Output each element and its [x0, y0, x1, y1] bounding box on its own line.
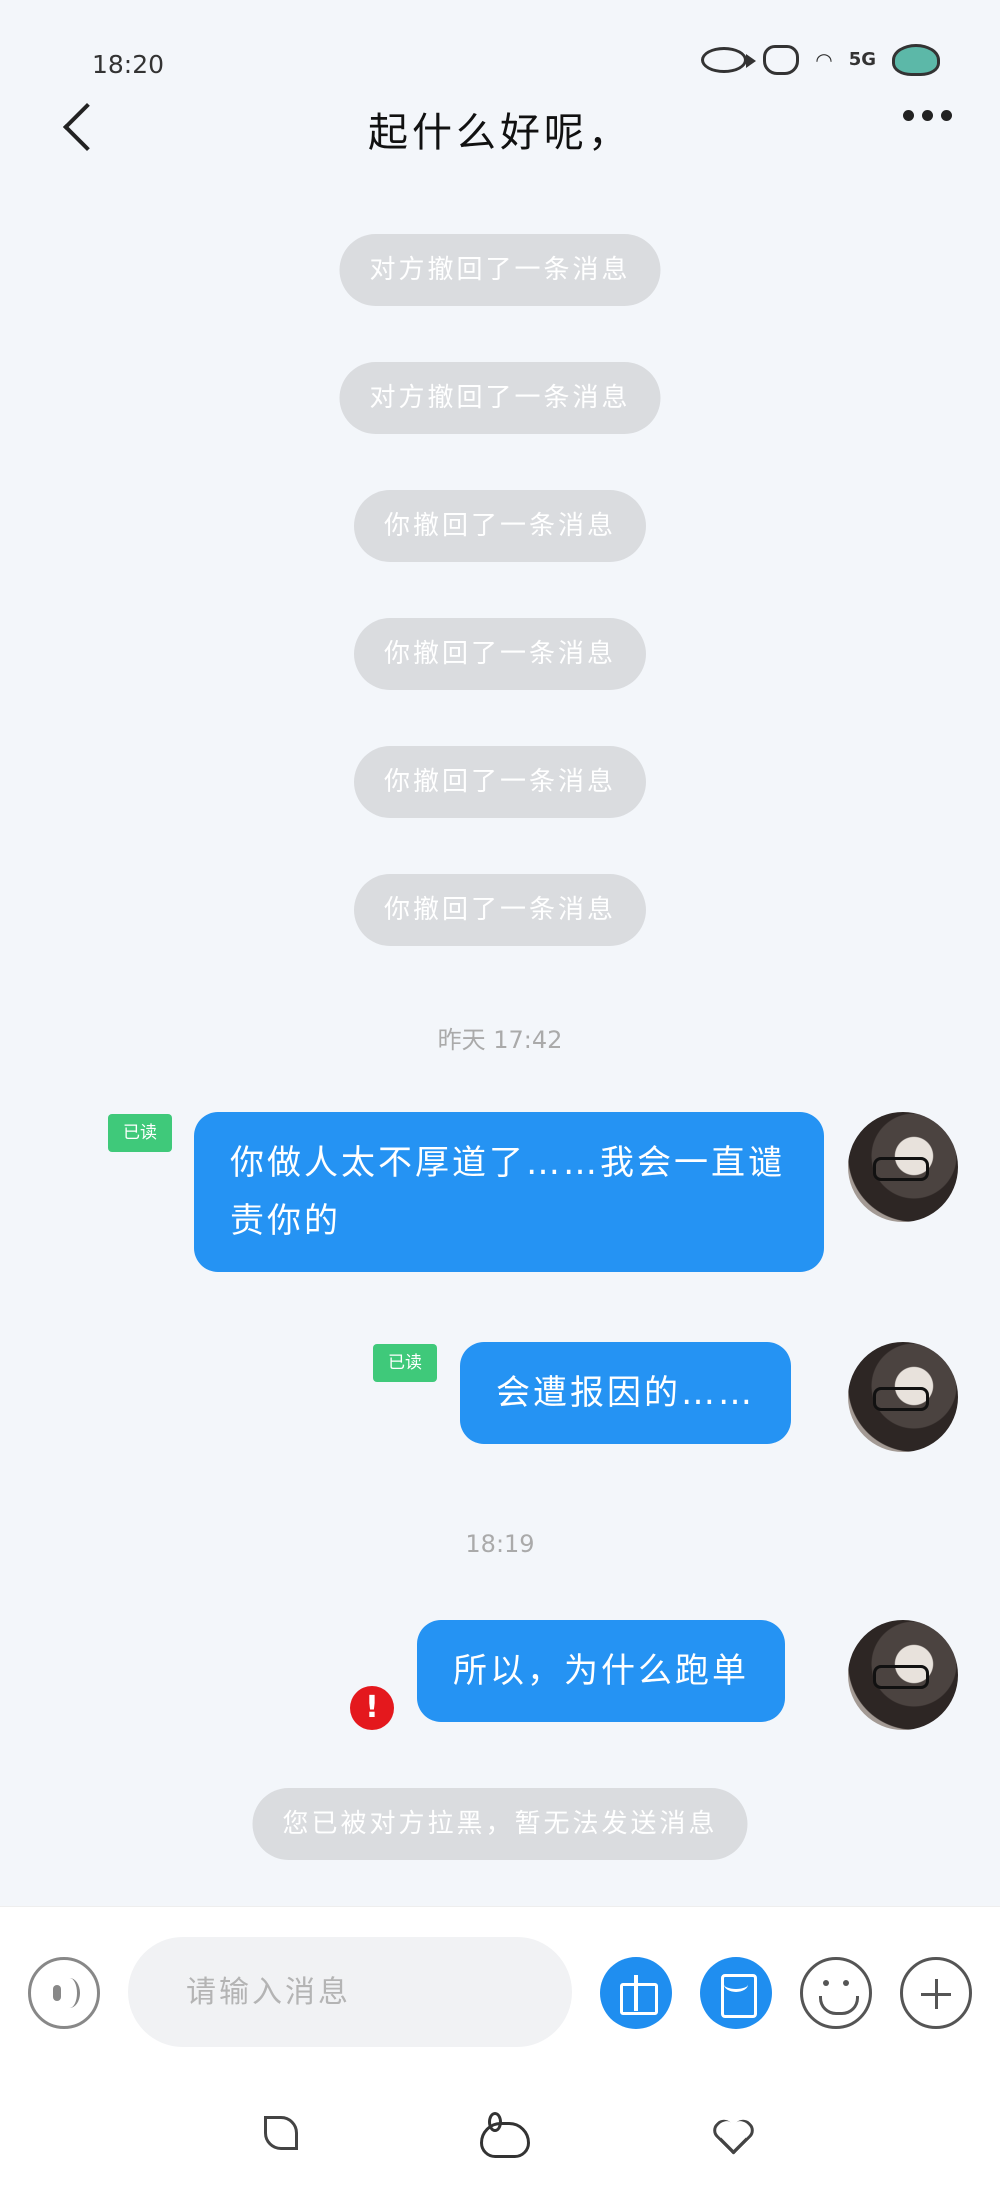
message-bubble[interactable]: 你做人太不厚道了……我会一直谴责你的: [194, 1112, 824, 1272]
status-bar: 18:20 ◠ 5G: [0, 0, 1000, 100]
bottom-nav: [0, 2066, 1000, 2197]
gift-icon[interactable]: [600, 1957, 672, 2029]
envelope-icon[interactable]: [700, 1957, 772, 2029]
recall-notice: 对方撤回了一条消息: [339, 362, 661, 434]
recall-notice: 你撤回了一条消息: [353, 746, 647, 818]
message-bubble[interactable]: 会遭报因的……: [460, 1342, 791, 1444]
recall-notice: 你撤回了一条消息: [353, 618, 647, 690]
chat-title: 起什么好呢，: [368, 110, 632, 156]
read-badge: 已读: [373, 1344, 437, 1382]
heart-icon[interactable]: [712, 2112, 752, 2152]
message-bubble[interactable]: 所以，为什么跑单: [417, 1620, 785, 1722]
bunny-icon: [763, 45, 800, 75]
status-time: 18:20: [92, 50, 165, 79]
recall-notice: 你撤回了一条消息: [353, 490, 647, 562]
battery-icon: [892, 44, 940, 76]
leaf-icon[interactable]: [258, 2112, 298, 2152]
emoji-icon[interactable]: [800, 1957, 872, 2029]
message-timestamp: 昨天 17:42: [437, 1026, 563, 1054]
more-dots-icon[interactable]: [903, 110, 952, 121]
signal-icon: 5G: [848, 49, 876, 70]
fish-icon: [701, 47, 757, 73]
blocked-notice: 您已被对方拉黑，暂无法发送消息: [252, 1788, 748, 1860]
message-timestamp: 18:19: [465, 1530, 535, 1558]
input-bar: [0, 1906, 1000, 2066]
read-badge: 已读: [108, 1114, 172, 1152]
message-input[interactable]: [128, 1937, 572, 2047]
chat-header: 起什么好呢，: [0, 90, 1000, 160]
avatar[interactable]: [848, 1620, 958, 1730]
bunny-icon[interactable]: [478, 2112, 530, 2158]
avatar[interactable]: [848, 1112, 958, 1222]
recall-notice: 对方撤回了一条消息: [339, 234, 661, 306]
voice-icon[interactable]: [28, 1957, 100, 2029]
avatar[interactable]: [848, 1342, 958, 1452]
plus-icon[interactable]: [900, 1957, 972, 2029]
send-failed-icon[interactable]: !: [350, 1686, 394, 1730]
recall-notice: 你撤回了一条消息: [353, 874, 647, 946]
wifi-icon: ◠: [815, 48, 833, 72]
status-icons: ◠ 5G: [701, 44, 940, 76]
